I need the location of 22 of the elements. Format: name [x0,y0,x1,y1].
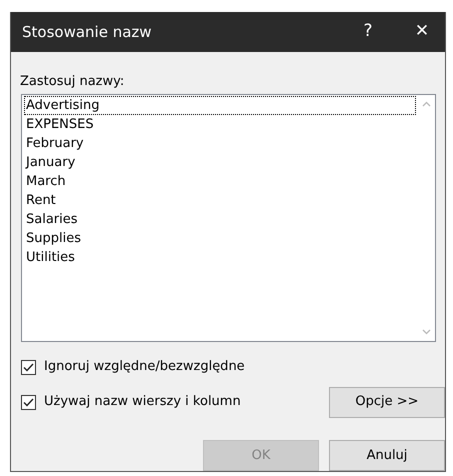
window-title: Stosowanie nazw [22,22,153,43]
list-item[interactable]: EXPENSES [24,114,416,134]
names-listbox[interactable]: Advertising EXPENSES February January March Rent Salaries Supplies Utilities [21,94,436,342]
list-item[interactable]: March [24,172,416,190]
list-item[interactable]: Utilities [24,248,416,266]
list-item[interactable]: February [24,134,416,152]
list-item[interactable]: January [24,152,416,172]
checkbox[interactable] [21,394,36,410]
checkbox-label[interactable]: Ignoruj względne/bezwzględne [44,357,245,377]
list-item[interactable]: Advertising [24,96,416,114]
scroll-up-icon[interactable] [422,100,431,106]
list-item[interactable]: Rent [24,190,416,210]
help-button[interactable]: ? [345,18,391,46]
list-item[interactable]: Salaries [24,210,416,228]
list-label: Zastosuj nazwy: [20,74,124,89]
list-item[interactable]: Supplies [24,228,416,248]
scroll-down-icon[interactable] [422,328,431,334]
cancel-button[interactable]: Anuluj [329,440,445,471]
options-button[interactable]: Opcje >> [329,386,445,418]
checkbox[interactable] [21,360,36,374]
close-button[interactable]: ✕ [399,18,445,46]
checkbox-label[interactable]: Używaj nazw wierszy i kolumn [44,392,241,412]
